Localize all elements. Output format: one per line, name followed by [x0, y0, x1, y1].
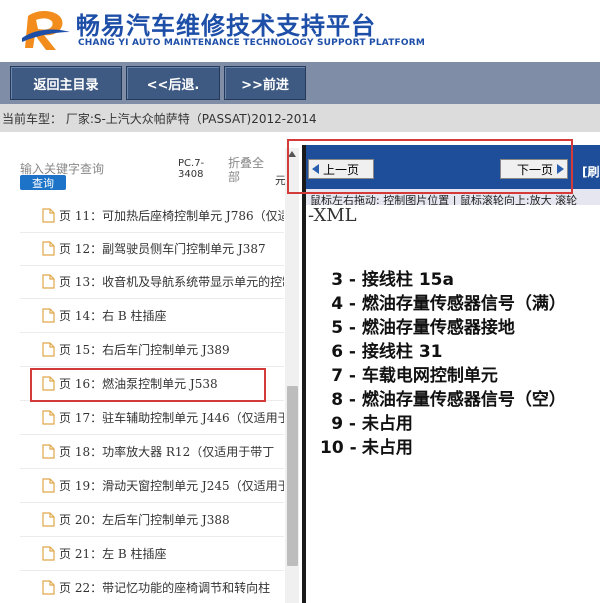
- legend-num: 3 -: [331, 270, 356, 290]
- legend-row: 5 - 燃油存量传感器接地: [320, 313, 515, 338]
- brand-title: 畅易汽车维修技术支持平台: [76, 12, 376, 40]
- brand-subtitle: CHANG YI AUTO MAINTENANCE TECHNOLOGY SUP…: [78, 38, 426, 48]
- legend-text: 接线柱 31: [361, 342, 443, 362]
- pc-label: PC.7-3408: [178, 158, 205, 180]
- search-button[interactable]: 查询: [20, 175, 66, 190]
- legend-num: 4 -: [331, 294, 356, 314]
- brand-logo-icon: [22, 11, 70, 50]
- list-item-label: 页 15：右后车门控制单元 J389: [59, 342, 230, 357]
- legend-text: 车载电网控制单元: [361, 366, 498, 386]
- highlight-box-selected-item: [30, 368, 266, 402]
- document-icon: [42, 545, 55, 561]
- legend-row: 4 - 燃油存量传感器信号（满）: [320, 289, 566, 314]
- xml-label: -XML: [308, 205, 357, 226]
- list-item[interactable]: 页 15：右后车门控制单元 J389: [20, 332, 284, 367]
- legend-row: 6 - 接线柱 31: [320, 337, 443, 362]
- list-item-label: 页 13：收音机及导航系统带显示单元的控制单元: [59, 274, 284, 289]
- list-item[interactable]: 页 18：功率放大器 R12（仅适用于带丁: [20, 434, 284, 469]
- list-item[interactable]: 页 17：驻车辅助控制单元 J446（仅适用于带: [20, 400, 284, 435]
- legend-num: 5 -: [331, 318, 356, 338]
- legend-row: 3 - 接线柱 15a: [320, 265, 454, 290]
- list-item-label: 页 11：可加热后座椅控制单元 J786（仅适用于带可加热后: [59, 208, 284, 223]
- forward-button[interactable]: >>前进: [224, 66, 306, 100]
- legend-num: 7 -: [331, 366, 356, 386]
- legend-text: 燃油存量传感器信号（空）: [361, 390, 566, 410]
- refresh-link[interactable]: [刷: [582, 163, 600, 180]
- diagram-viewer: 上一页 下一页 [刷 鼠标左右拖动: 控制图片位置 | 鼠标滚轮向上:放大 滚轮…: [302, 145, 600, 603]
- list-item-label: 页 22：带记忆功能的座椅调节和转向柱: [59, 580, 271, 595]
- document-icon: [42, 341, 55, 357]
- list-item[interactable]: 页 20：左后车门控制单元 J388: [20, 502, 284, 537]
- list-item[interactable]: 页 14：右 B 柱插座: [20, 298, 284, 333]
- document-icon: [42, 207, 55, 223]
- list-item[interactable]: 页 21：左 B 柱插座: [20, 536, 284, 571]
- header: 畅易汽车维修技术支持平台 CHANG YI AUTO MAINTENANCE T…: [0, 0, 600, 62]
- list-item-label: 页 17：驻车辅助控制单元 J446（仅适用于带: [59, 410, 284, 425]
- document-icon: [42, 273, 55, 289]
- document-icon: [42, 511, 55, 527]
- list-item[interactable]: 页 19：滑动天窗控制单元 J245（仅适用于: [20, 468, 284, 503]
- home-button[interactable]: 返回主目录: [10, 66, 122, 100]
- legend-row: 7 - 车载电网控制单元: [320, 361, 498, 386]
- list-item-label: 页 19：滑动天窗控制单元 J245（仅适用于: [59, 478, 284, 493]
- document-icon: [42, 477, 55, 493]
- collapse-all-button[interactable]: 折叠全部: [228, 156, 268, 184]
- legend-num: 8 -: [331, 390, 356, 410]
- current-vehicle: 当前车型： 厂家:S-上汽大众帕萨特（PASSAT)2012-2014: [2, 112, 317, 126]
- list-item-label: 页 12：副驾驶员侧车门控制单元 J387: [59, 241, 266, 256]
- usage-hint-text: 鼠标左右拖动: 控制图片位置 | 鼠标滚轮向上:放大 滚轮: [310, 194, 578, 205]
- legend-num: 9 -: [331, 414, 356, 434]
- legend-num: 6 -: [331, 342, 356, 362]
- list-item[interactable]: 页 11：可加热后座椅控制单元 J786（仅适用于带可加热后: [20, 198, 284, 233]
- vehicle-bar: 当前车型： 厂家:S-上汽大众帕萨特（PASSAT)2012-2014: [0, 104, 600, 132]
- legend-row: 9 - 未占用: [320, 409, 413, 434]
- toolbar: 返回主目录 <<后退. >>前进: [0, 62, 600, 104]
- list-item[interactable]: 页 12：副驾驶员侧车门控制单元 J387: [20, 231, 284, 266]
- legend-row: 8 - 燃油存量传感器信号（空）: [320, 385, 566, 410]
- document-icon: [42, 240, 55, 256]
- highlight-box-nav: [287, 139, 573, 194]
- list-item-label: 页 21：左 B 柱插座: [59, 546, 167, 561]
- list-item[interactable]: 页 13：收音机及导航系统带显示单元的控制单元: [20, 264, 284, 299]
- legend-text: 未占用: [361, 414, 413, 434]
- legend-text: 燃油存量传感器接地: [361, 318, 515, 338]
- back-button[interactable]: <<后退.: [126, 66, 220, 100]
- list-item-label: 页 20：左后车门控制单元 J388: [59, 512, 230, 527]
- list-item-label: 页 14：右 B 柱插座: [59, 308, 167, 323]
- document-icon: [42, 409, 55, 425]
- legend-text: 未占用: [361, 438, 413, 458]
- document-icon: [42, 307, 55, 323]
- legend-text: 燃油存量传感器信号（满）: [361, 294, 566, 314]
- list-item[interactable]: 页 22：带记忆功能的座椅调节和转向柱: [20, 570, 284, 603]
- legend-row: 10 - 未占用: [320, 433, 413, 458]
- legend-num: 10 -: [320, 438, 357, 458]
- list-item-label: 页 18：功率放大器 R12（仅适用于带丁: [59, 444, 275, 459]
- legend-text: 接线柱 15a: [361, 270, 454, 290]
- scrollbar-thumb[interactable]: [287, 386, 298, 566]
- document-icon: [42, 579, 55, 595]
- document-icon: [42, 443, 55, 459]
